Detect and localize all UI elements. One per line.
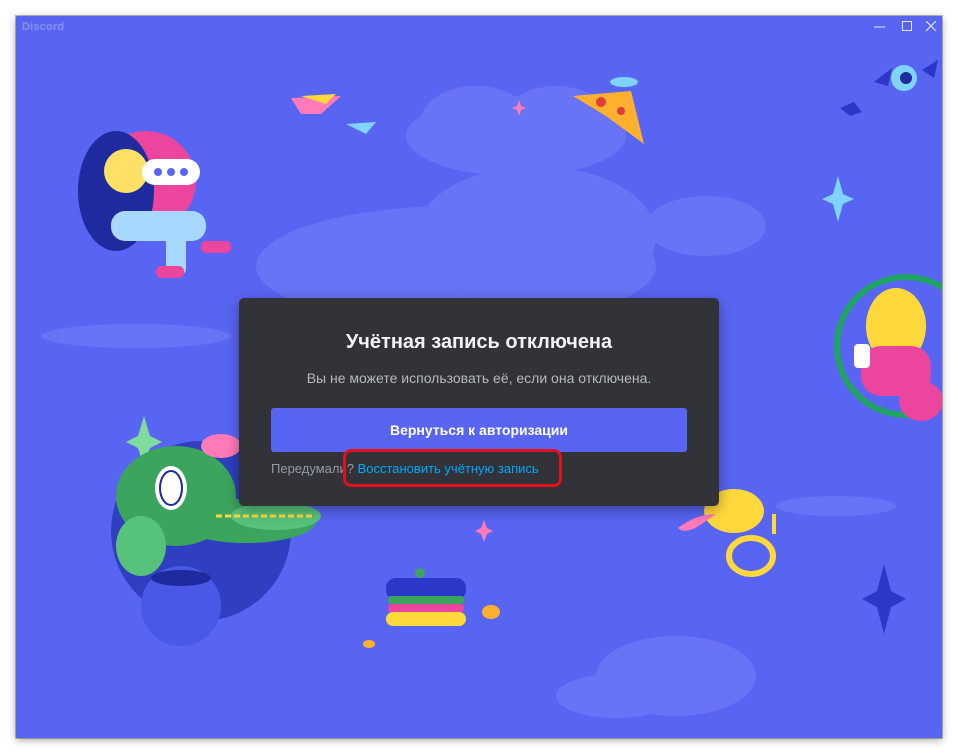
close-button[interactable] — [920, 16, 942, 38]
account-disabled-modal: Учётная запись отключена Вы не можете ис… — [239, 298, 719, 506]
discord-window: Discord Учётная запись отключена Вы не м… — [16, 16, 942, 738]
modal-subtitle: Вы не можете использовать её, если она о… — [306, 370, 652, 386]
app-title: Discord — [22, 21, 65, 33]
return-to-login-button[interactable]: Вернуться к авторизации — [271, 408, 687, 452]
window-titlebar: Discord — [16, 16, 942, 40]
maximize-icon — [901, 21, 912, 31]
minimize-icon — [873, 26, 885, 28]
minimize-button[interactable] — [864, 16, 894, 38]
maximize-button[interactable] — [892, 16, 922, 38]
footer-line: Передумали? Восстановить учётную запись — [271, 461, 539, 476]
modal-title: Учётная запись отключена — [345, 331, 613, 353]
restore-account-link[interactable]: Восстановить учётную запись — [358, 461, 539, 476]
footer-prefix: Передумали? — [271, 461, 354, 476]
close-icon — [925, 20, 936, 32]
